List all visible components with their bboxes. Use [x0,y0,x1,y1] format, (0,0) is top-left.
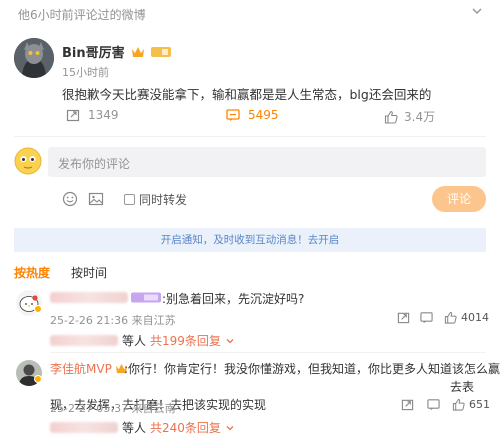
comment-input[interactable]: 发布你的评论 [48,147,486,177]
post-text: 很抱歉今天比赛没能拿下，输和赢都是是人生常态，blg还会回来的 [62,87,432,102]
crown-icon [131,46,145,58]
repost-icon[interactable] [397,311,410,324]
also-repost-label: 同时转发 [139,193,188,207]
comment-like-count: 4014 [461,311,489,324]
post-author[interactable]: Bin哥厉害 [62,42,125,61]
comment-text-line1: :你行！你肯定行！我没你懂游戏，但我知道，你比更多人知道该怎么赢 [124,360,500,377]
comment-time: 25-2-27 05:37 来自云南 [50,402,176,415]
replies-count-link[interactable]: 共240条回复 [150,419,221,436]
replies-suffix: 等人 [122,421,147,435]
chevron-down-icon [225,423,235,433]
vip-badge-icon [150,46,171,58]
comment-button[interactable]: 5495 [226,108,279,122]
notification-banner[interactable]: 开启通知，及时收到互动消息！去开启 [14,228,486,252]
replies-summary[interactable]: 等人 共199条回复 [50,332,235,349]
repost-icon [66,108,80,122]
replies-count-link[interactable]: 共199条回复 [150,332,221,349]
repost-count: 1349 [88,108,119,122]
chevron-down-icon[interactable] [470,4,484,18]
repost-icon[interactable] [401,398,414,411]
thumb-up-icon [452,398,465,411]
comment-like-button[interactable]: 651 [452,398,490,411]
thumb-up-icon [384,110,398,124]
verified-badge-icon [34,375,42,383]
submit-comment-button[interactable]: 评论 [432,186,486,212]
comment-time: 25-2-26 21:36 来自江苏 [50,314,176,327]
like-button[interactable]: 3.4万 [384,108,435,125]
section-label: 他6小时前评论过的微博 [18,8,146,22]
verified-badge-icon [34,305,42,313]
commenter-name[interactable]: 李佳航MVP [50,360,112,377]
comment-text-part: :你行！你肯定行！我没你懂游戏，但我知道，你比更多人知道该怎么赢 [124,362,500,376]
comment-count: 5495 [248,108,279,122]
checkbox-box[interactable] [124,194,135,205]
emoji-icon[interactable] [62,191,78,207]
reply-icon[interactable] [427,398,440,411]
level-badge-icon [131,292,161,303]
like-count: 3.4万 [404,110,436,124]
commenter-name-redacted [50,292,128,303]
comment-like-button[interactable]: 4014 [444,311,489,324]
tab-time[interactable]: 按时间 [71,264,107,281]
repost-button[interactable]: 1349 [66,108,119,122]
also-repost-checkbox[interactable]: 同时转发 [124,191,187,208]
reply-icon[interactable] [420,311,433,324]
comment-like-count: 651 [469,398,490,411]
chevron-down-icon [225,336,235,346]
my-avatar [14,147,42,175]
image-icon[interactable] [88,191,104,207]
tab-hot[interactable]: 按热度 [14,264,50,281]
post-time: 15小时前 [62,66,109,79]
thumb-up-icon [444,311,457,324]
comment-icon [226,108,240,122]
replies-summary[interactable]: 等人 共240条回复 [50,419,235,436]
divider [50,352,486,353]
divider [14,136,486,137]
replies-suffix: 等人 [122,334,147,348]
reply-names-redacted [50,335,118,346]
comment-text: :别急着回来，先沉淀好吗? [162,292,305,306]
avatar[interactable] [14,38,54,78]
reply-names-redacted [50,422,118,433]
comment-input-placeholder: 发布你的评论 [58,157,131,171]
